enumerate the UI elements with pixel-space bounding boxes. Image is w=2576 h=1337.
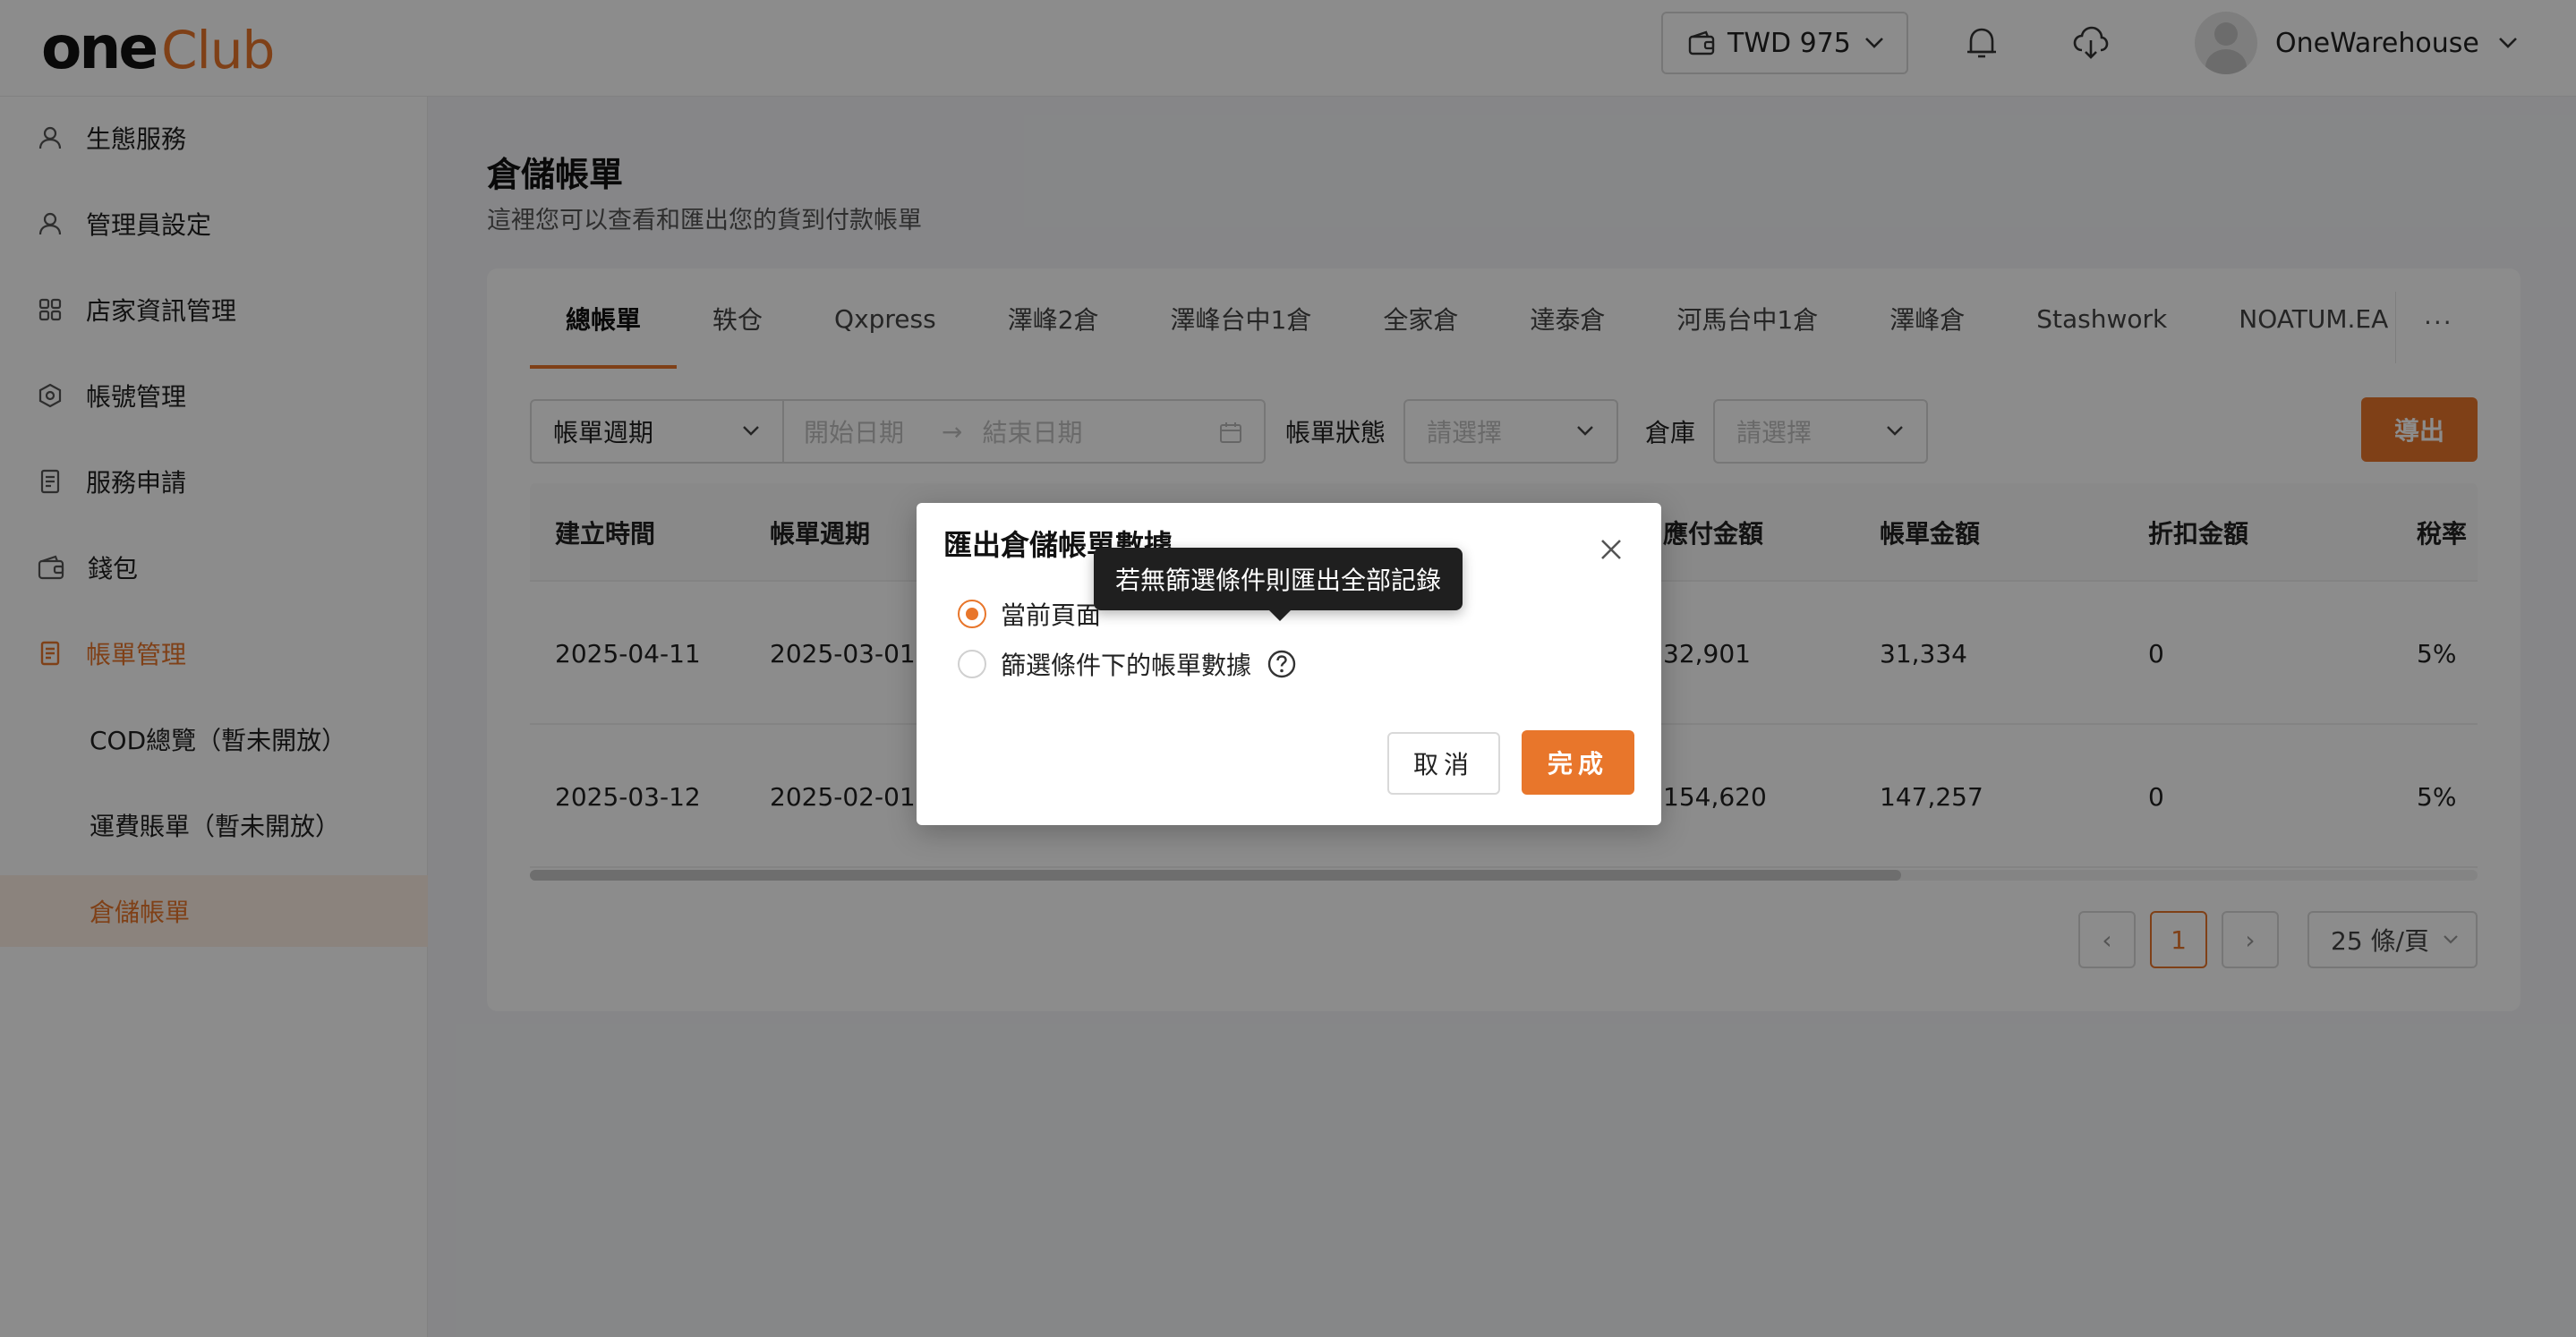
question-circle-icon[interactable]: [1266, 648, 1298, 680]
radio-button-checked[interactable]: [958, 600, 986, 628]
confirm-button[interactable]: 完成: [1522, 730, 1634, 795]
close-icon[interactable]: [1595, 533, 1627, 566]
help-tooltip: 若無篩選條件則匯出全部記錄: [1094, 548, 1463, 621]
radio-label: 篩選條件下的帳單數據: [1001, 651, 1252, 680]
radio-current-page[interactable]: 當前頁面: [958, 594, 1101, 634]
cancel-button[interactable]: 取消: [1387, 732, 1500, 795]
radio-filtered-data[interactable]: 篩選條件下的帳單數據: [958, 644, 1298, 684]
radio-label: 當前頁面: [1001, 600, 1102, 630]
radio-button[interactable]: [958, 650, 986, 678]
